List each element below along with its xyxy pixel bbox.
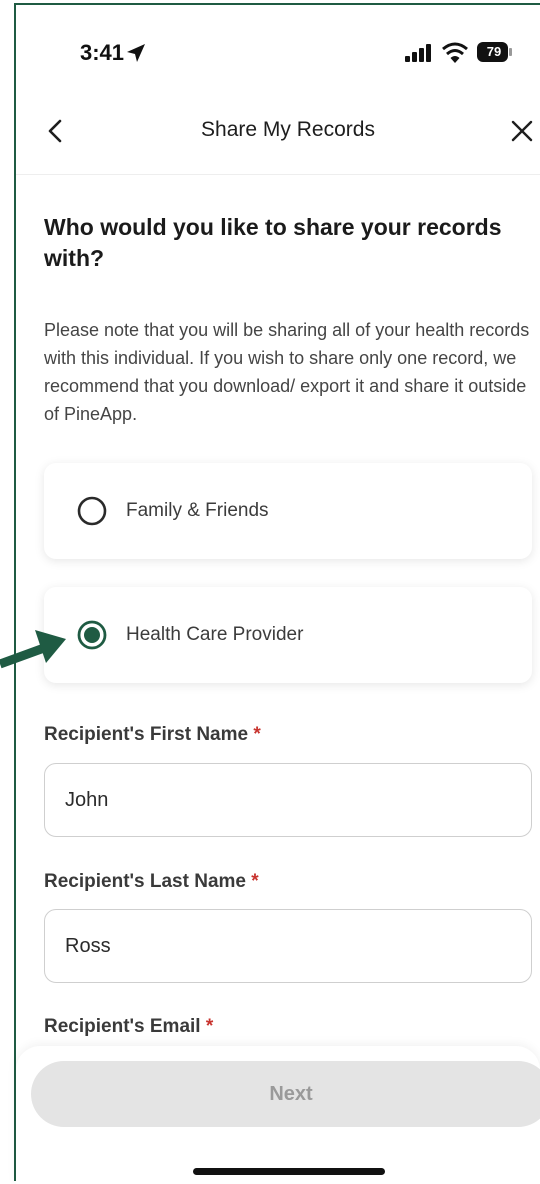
radio-unselected-icon[interactable] [77,496,107,526]
radio-selected-icon[interactable] [77,620,107,650]
first-name-label-text: Recipient's First Name [44,724,249,745]
first-name-label: Recipient's First Name * [44,724,261,746]
required-marker: * [205,1016,214,1037]
email-label-text: Recipient's Email [44,1016,201,1037]
first-name-input[interactable] [44,763,532,837]
sharing-note: Please note that you will be sharing all… [44,320,530,424]
header-divider [16,174,540,175]
wifi-icon [442,42,468,63]
required-marker: * [253,724,261,745]
option-family-friends[interactable]: Family & Friends [44,463,532,559]
cellular-signal-icon [405,44,431,62]
last-name-label-text: Recipient's Last Name [44,871,246,892]
last-name-label: Recipient's Last Name * [44,871,259,893]
status-time: 3:41 [80,40,125,65]
last-name-input[interactable] [44,909,532,983]
option-health-care-provider[interactable]: Health Care Provider [44,587,532,683]
option-label: Family & Friends [126,500,269,521]
close-icon[interactable] [510,119,534,143]
home-indicator [193,1168,385,1175]
option-label: Health Care Provider [126,624,304,645]
location-arrow-icon [127,44,145,62]
share-question-heading: Who would you like to share your records… [44,214,502,271]
page-title: Share My Records [201,118,375,141]
battery-level: 79 [486,44,502,59]
email-label: Recipient's Email * [44,1016,213,1038]
required-marker: * [251,871,259,892]
next-button[interactable]: Next [31,1061,540,1127]
pointer-arrow-icon [0,630,66,669]
